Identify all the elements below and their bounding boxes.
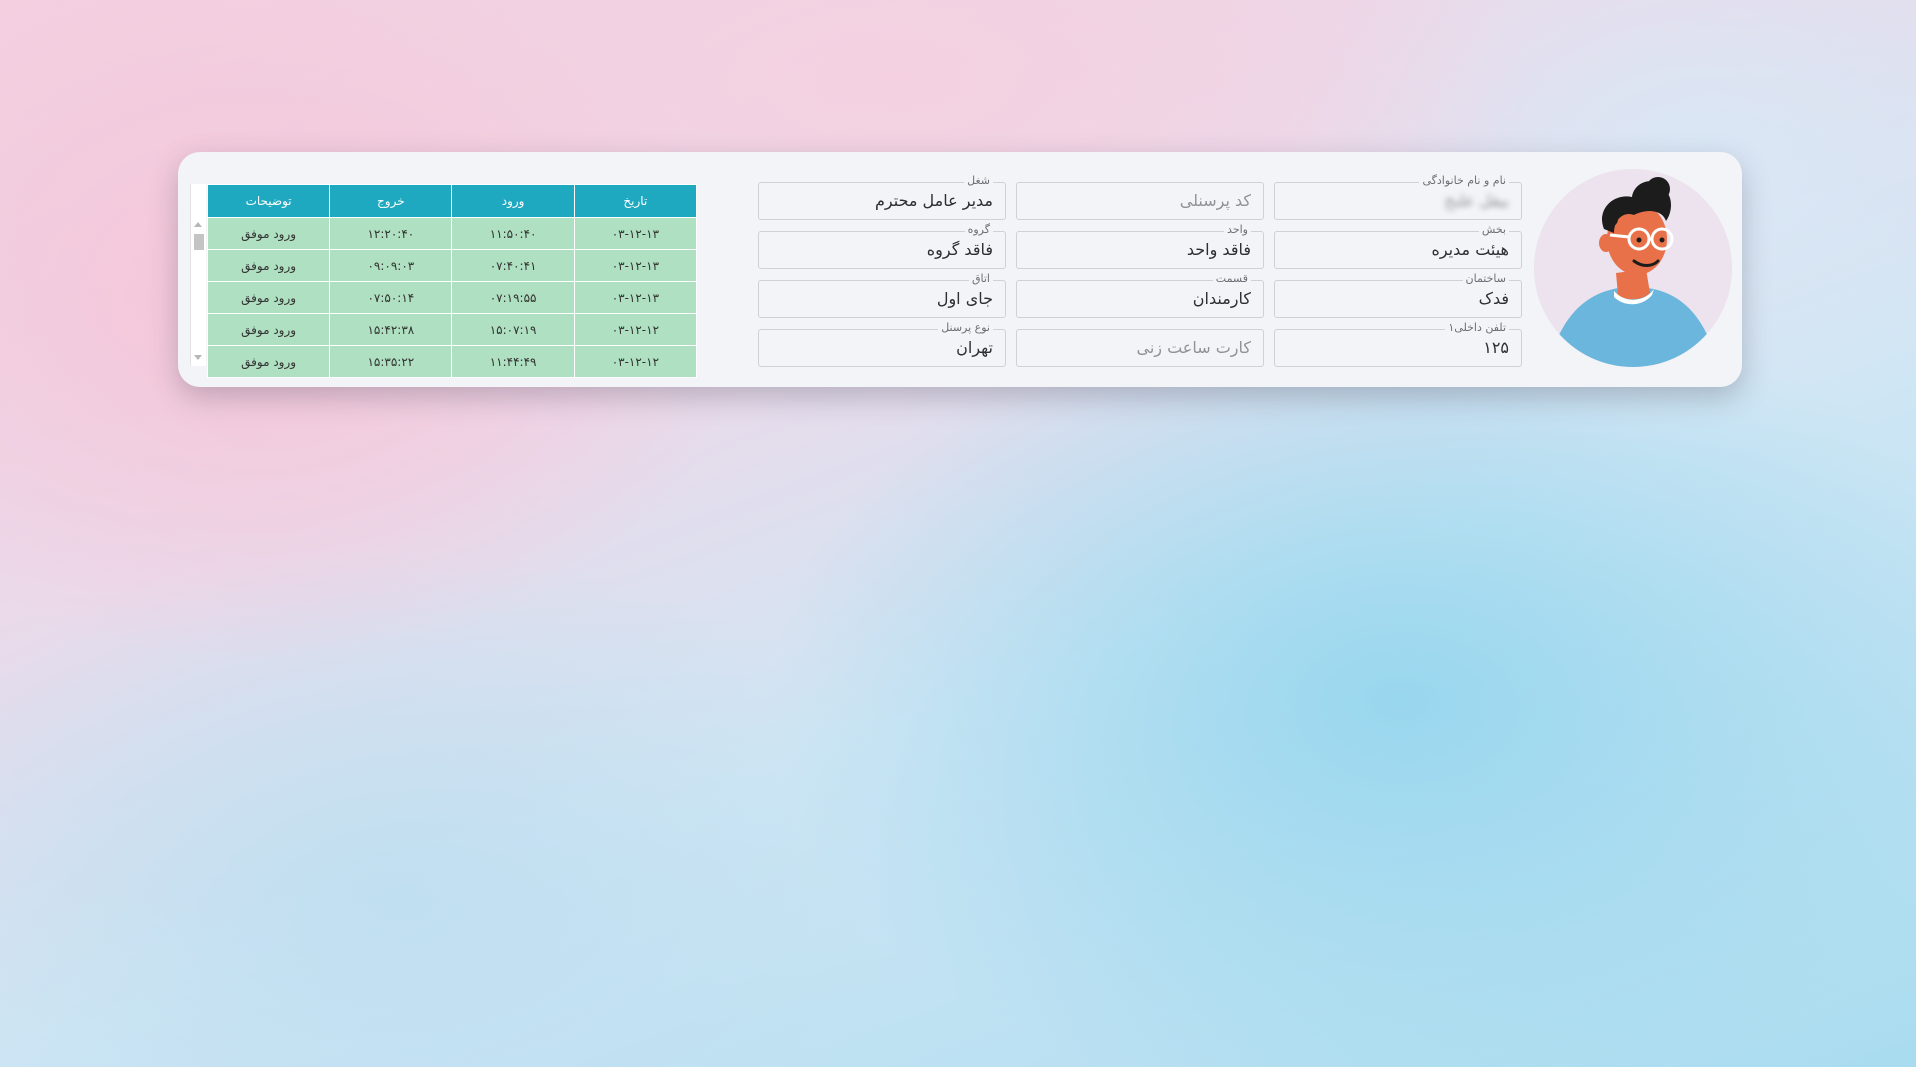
division-value: کارمندان — [1192, 289, 1251, 308]
cell-entry: ۱۵:۰۷:۱۹ — [451, 313, 575, 346]
full-name-value: بيقل علىخ — [1444, 191, 1509, 210]
personnel-code-field[interactable]: کد پرسنلی — [1016, 182, 1264, 220]
building-field[interactable]: ساختمان فدک — [1274, 272, 1522, 318]
scroll-thumb[interactable] — [194, 234, 204, 250]
attendance-table: توضیحات خروج ورود تاریخ ورود موفق ۱۲:۲۰:… — [206, 184, 698, 378]
table-row[interactable]: ورود موفق ۰۷:۵۰:۱۴ ۰۷:۱۹:۵۵ ۰۳-۱۲-۱۳ — [206, 281, 698, 314]
building-label: ساختمان — [1462, 272, 1509, 286]
group-label: گروه — [964, 223, 993, 237]
cell-exit: ۱۵:۳۵:۲۲ — [329, 345, 453, 378]
table-row[interactable]: ورود موفق ۱۵:۳۵:۲۲ ۱۱:۴۴:۴۹ ۰۳-۱۲-۱۲ — [206, 345, 698, 378]
cell-entry: ۱۱:۵۰:۴۰ — [451, 217, 575, 250]
col-notes-header[interactable]: توضیحات — [206, 184, 331, 218]
cell-entry: ۰۷:۱۹:۵۵ — [451, 281, 575, 314]
personnel-type-value: تهران — [956, 338, 993, 357]
cell-date: ۰۳-۱۲-۱۳ — [573, 217, 698, 250]
unit-field[interactable]: واحد فاقد واحد — [1016, 223, 1264, 269]
cell-exit: ۰۹:۰۹:۰۳ — [329, 249, 453, 282]
section-label: بخش — [1478, 223, 1509, 237]
cell-notes: ورود موفق — [206, 281, 331, 314]
col-date-header[interactable]: تاریخ — [573, 184, 698, 218]
section-field[interactable]: بخش هیئت مدیره — [1274, 223, 1522, 269]
full-name-field[interactable]: نام و نام خانوادگی بيقل علىخ — [1274, 174, 1522, 220]
cell-entry: ۱۱:۴۴:۴۹ — [451, 345, 575, 378]
time-card-field[interactable]: کارت ساعت زنی — [1016, 329, 1264, 367]
personnel-type-field[interactable]: نوع پرسنل تهران — [758, 321, 1006, 367]
time-card-placeholder: کارت ساعت زنی — [1136, 338, 1251, 357]
division-label: قسمت — [1212, 272, 1251, 286]
scroll-down-icon[interactable] — [194, 355, 202, 360]
unit-value: فاقد واحد — [1186, 240, 1251, 259]
job-field[interactable]: شغل مدیر عامل محترم — [758, 174, 1006, 220]
table-row[interactable]: ورود موفق ۱۵:۴۲:۳۸ ۱۵:۰۷:۱۹ ۰۳-۱۲-۱۲ — [206, 313, 698, 346]
building-value: فدک — [1478, 289, 1509, 308]
cell-entry: ۰۷:۴۰:۴۱ — [451, 249, 575, 282]
job-value: مدیر عامل محترم — [875, 191, 993, 210]
table-header-row: توضیحات خروج ورود تاریخ — [206, 184, 698, 218]
job-label: شغل — [964, 174, 993, 188]
room-label: اتاق — [968, 272, 993, 286]
cell-date: ۰۳-۱۲-۱۲ — [573, 313, 698, 346]
phone-label: تلفن داخلی۱ — [1445, 321, 1509, 335]
employee-card-panel: توضیحات خروج ورود تاریخ ورود موفق ۱۲:۲۰:… — [178, 152, 1742, 387]
col-exit-header[interactable]: خروج — [329, 184, 453, 218]
personnel-code-placeholder: کد پرسنلی — [1179, 191, 1251, 210]
cell-notes: ورود موفق — [206, 249, 331, 282]
attendance-grid: توضیحات خروج ورود تاریخ ورود موفق ۱۲:۲۰:… — [190, 184, 698, 378]
grid-scrollbar[interactable] — [190, 184, 206, 366]
full-name-label: نام و نام خانوادگی — [1419, 174, 1509, 188]
cell-exit: ۰۷:۵۰:۱۴ — [329, 281, 453, 314]
cell-date: ۰۳-۱۲-۱۲ — [573, 345, 698, 378]
scroll-up-icon[interactable] — [194, 222, 202, 227]
personnel-type-label: نوع پرسنل — [938, 321, 993, 335]
phone-value: ۱۲۵ — [1483, 338, 1509, 357]
cell-notes: ورود موفق — [206, 345, 331, 378]
avatar — [1534, 169, 1732, 367]
section-value: هیئت مدیره — [1431, 240, 1509, 259]
phone-field[interactable]: تلفن داخلی۱ ۱۲۵ — [1274, 321, 1522, 367]
cell-notes: ورود موفق — [206, 313, 331, 346]
avatar-illustration-icon — [1534, 169, 1732, 367]
division-field[interactable]: قسمت کارمندان — [1016, 272, 1264, 318]
group-value: فاقد گروه — [926, 240, 993, 259]
cell-date: ۰۳-۱۲-۱۳ — [573, 281, 698, 314]
unit-label: واحد — [1224, 223, 1251, 237]
room-field[interactable]: اتاق جای اول — [758, 272, 1006, 318]
table-row[interactable]: ورود موفق ۰۹:۰۹:۰۳ ۰۷:۴۰:۴۱ ۰۳-۱۲-۱۳ — [206, 249, 698, 282]
cell-date: ۰۳-۱۲-۱۳ — [573, 249, 698, 282]
group-field[interactable]: گروه فاقد گروه — [758, 223, 1006, 269]
cell-exit: ۱۵:۴۲:۳۸ — [329, 313, 453, 346]
cell-notes: ورود موفق — [206, 217, 331, 250]
col-entry-header[interactable]: ورود — [451, 184, 575, 218]
room-value: جای اول — [936, 289, 993, 308]
table-row[interactable]: ورود موفق ۱۲:۲۰:۴۰ ۱۱:۵۰:۴۰ ۰۳-۱۲-۱۳ — [206, 217, 698, 250]
cell-exit: ۱۲:۲۰:۴۰ — [329, 217, 453, 250]
